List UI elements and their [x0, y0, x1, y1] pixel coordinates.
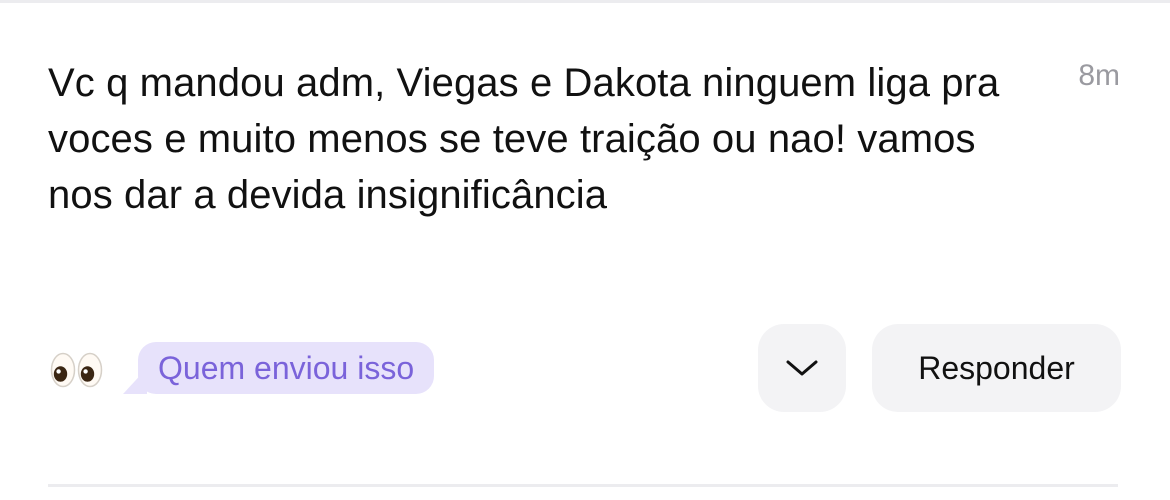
message-text: Vc q mandou adm, Viegas e Dakota ninguem… — [48, 61, 1000, 217]
message-timestamp: 8m — [1078, 59, 1120, 92]
who-sent-this-bubble[interactable]: Quem enviou isso — [138, 342, 435, 394]
chevron-down-icon — [786, 360, 818, 376]
message-card: Vc q mandou adm, Viegas e Dakota ninguem… — [0, 0, 1170, 500]
top-divider — [0, 0, 1170, 3]
reply-button[interactable]: Responder — [872, 324, 1121, 412]
eyes-emoji-icon — [50, 352, 103, 388]
bottom-divider — [48, 484, 1118, 487]
more-options-button[interactable] — [758, 324, 846, 412]
